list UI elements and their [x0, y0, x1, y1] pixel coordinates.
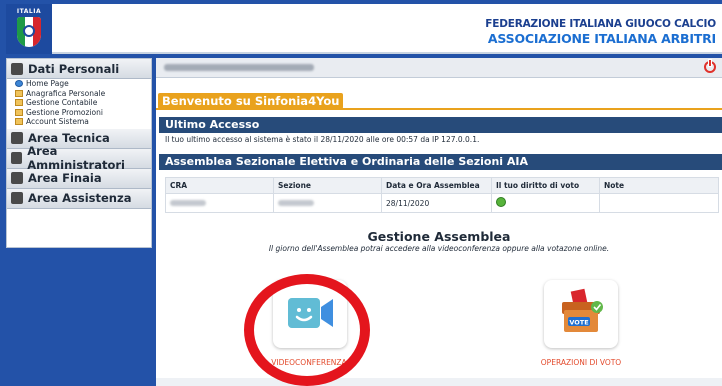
sidebar-item-label: Home Page: [26, 79, 69, 89]
federation-name: FEDERAZIONE ITALIANA GIUOCO CALCIO: [485, 18, 716, 30]
folder-icon: [15, 89, 23, 97]
main-panel: Benvenuto su Sinfonia4You Ultimo Accesso…: [156, 58, 722, 386]
assemblea-table: CRA Sezione Data e Ora Assemblea Il tuo …: [165, 177, 719, 213]
vote-status-icon: [496, 197, 506, 207]
sidebar-item-home-page[interactable]: Home Page: [7, 79, 151, 89]
welcome-title: Benvenuto su Sinfonia4You: [158, 93, 344, 109]
ballot-box-icon: VOTE: [562, 288, 603, 332]
book-icon: [11, 152, 23, 164]
home-icon: [15, 80, 23, 88]
table-header-row: CRA Sezione Data e Ora Assemblea Il tuo …: [165, 177, 719, 194]
assemblea-header: Assemblea Sezionale Elettiva e Ordinaria…: [159, 154, 722, 170]
sidebar-section-area-amministratori[interactable]: Area Amministratori: [7, 144, 151, 172]
redacted-sezione: [278, 199, 314, 206]
book-icon: [11, 192, 23, 204]
highlight-circle: [244, 274, 370, 386]
sidebar-item-label: Account Sistema: [26, 117, 89, 127]
table-row: 28/11/2020: [165, 193, 719, 213]
redacted-cra: [170, 199, 206, 206]
ultimo-accesso-text: Il tuo ultimo accesso al sistema è stato…: [165, 135, 480, 144]
sidebar-section-label: Dati Personali: [28, 61, 120, 76]
sidebar-section-label: Area Assistenza: [28, 191, 132, 205]
user-bar: [156, 58, 722, 78]
voting-operations-button[interactable]: VOTE: [544, 280, 618, 348]
book-icon: [11, 132, 23, 144]
cell-sezione: [273, 193, 382, 213]
main-footer: [156, 378, 722, 386]
shield-icon: [17, 17, 41, 47]
folder-icon: [15, 118, 23, 126]
sidebar-item-label: Gestione Contabile: [26, 98, 98, 108]
redacted-user-name: [164, 64, 314, 71]
sidebar-item-account-sistema[interactable]: Account Sistema: [7, 117, 151, 127]
figc-logo: ITALIA: [6, 4, 52, 54]
association-name: ASSOCIAZIONE ITALIANA ARBITRI: [487, 31, 716, 46]
cell-cra: [165, 193, 274, 213]
sidebar-item-label: Gestione Promozioni: [26, 107, 103, 117]
sidebar-section-label: Area Finaia: [28, 171, 102, 185]
power-icon[interactable]: [704, 60, 716, 73]
sidebar-item-label: Anagrafica Personale: [26, 88, 106, 98]
cell-note: [599, 193, 719, 213]
sidebar-section-label: Area Amministratori: [27, 144, 125, 172]
voting-operations-label[interactable]: OPERAZIONI DI VOTO: [521, 358, 641, 367]
folder-icon: [15, 108, 23, 116]
sidebar-section-area-assistenza[interactable]: Area Assistenza: [7, 188, 151, 209]
welcome-banner: Benvenuto su Sinfonia4You: [156, 90, 722, 110]
column-header-data: Data e Ora Assemblea: [381, 177, 492, 194]
sidebar: Dati Personali Home Page Anagrafica Pers…: [6, 58, 152, 248]
logo-text: ITALIA: [16, 8, 42, 15]
sidebar-section-label: Area Tecnica: [28, 131, 110, 145]
column-header-sezione: Sezione: [273, 177, 382, 194]
sidebar-section-dati-personali[interactable]: Dati Personali: [7, 59, 151, 79]
svg-text:VOTE: VOTE: [569, 319, 588, 327]
person-card-icon: [11, 62, 23, 75]
cell-voto: [491, 193, 600, 213]
column-header-cra: CRA: [165, 177, 274, 194]
column-header-voto: Il tuo diritto di voto: [491, 177, 600, 194]
ultimo-accesso-header: Ultimo Accesso: [159, 117, 722, 133]
gestione-title: Gestione Assemblea: [367, 229, 511, 244]
sidebar-item-gestione-promozioni[interactable]: Gestione Promozioni: [7, 108, 151, 118]
column-header-note: Note: [599, 177, 719, 194]
sidebar-item-gestione-contabile[interactable]: Gestione Contabile: [7, 98, 151, 108]
sidebar-background: [6, 248, 152, 380]
folder-icon: [15, 99, 23, 107]
gestione-subtitle: Il giorno dell'Assemblea potrai accedere…: [268, 244, 610, 253]
cell-data: 28/11/2020: [381, 193, 492, 213]
header: ITALIA FEDERAZIONE ITALIANA GIUOCO CALCI…: [6, 4, 722, 54]
book-icon: [11, 172, 23, 184]
sidebar-item-anagrafica[interactable]: Anagrafica Personale: [7, 89, 151, 99]
